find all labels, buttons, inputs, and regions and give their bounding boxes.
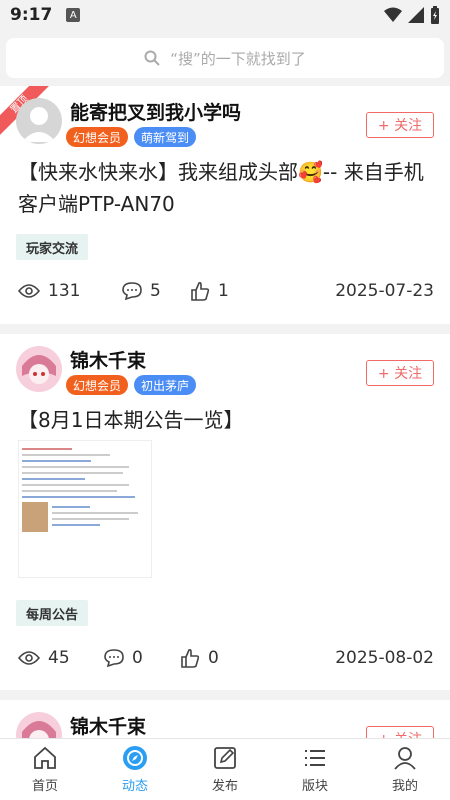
category-tag[interactable]: 玩家交流 bbox=[16, 234, 89, 260]
search-placeholder: “搜”的一下就找到了 bbox=[170, 49, 306, 68]
comments-stat[interactable]: 5 bbox=[122, 281, 190, 301]
user-name[interactable]: 锦木千束 bbox=[70, 346, 146, 373]
search-icon bbox=[144, 50, 160, 66]
follow-button[interactable]: + 关注 bbox=[366, 112, 434, 138]
post-date: 2025-07-23 bbox=[335, 281, 434, 301]
thumbs-up-icon bbox=[181, 648, 200, 668]
likes-count: 1 bbox=[218, 281, 229, 301]
views-count: 45 bbox=[48, 648, 70, 668]
user-tags: 幻想会员 初出茅庐 bbox=[66, 375, 197, 395]
post-card[interactable]: 锦木千束 幻想会员 初出茅庐 + 关注 【8月1日本期公告一览】 每周公告 45… bbox=[0, 334, 450, 690]
post-card[interactable]: 锦木千束 + 关注 bbox=[0, 700, 450, 738]
notification-a-icon: A bbox=[66, 8, 81, 22]
member-tag: 幻想会员 bbox=[66, 127, 129, 147]
signal-icon bbox=[408, 7, 424, 23]
likes-stat[interactable]: 0 bbox=[180, 648, 219, 668]
battery-icon bbox=[431, 6, 439, 24]
post-stats: 131 5 1 2025-07-23 bbox=[18, 279, 434, 303]
status-icons bbox=[384, 6, 440, 24]
avatar[interactable] bbox=[16, 346, 62, 392]
member-tag: 幻想会员 bbox=[66, 375, 129, 395]
level-tag: 萌新驾到 bbox=[134, 127, 197, 147]
level-tag: 初出茅庐 bbox=[134, 375, 197, 395]
thumbs-up-icon bbox=[191, 281, 210, 301]
nav-home-label: 首页 bbox=[31, 779, 58, 794]
user-tags: 幻想会员 萌新驾到 bbox=[66, 127, 197, 147]
post-image[interactable] bbox=[18, 440, 152, 578]
user-name[interactable]: 能寄把叉到我小学吗 bbox=[70, 98, 241, 125]
comment-icon bbox=[104, 649, 124, 667]
nav-publish[interactable]: 发布 bbox=[180, 739, 270, 800]
nav-home[interactable]: 首页 bbox=[0, 739, 90, 800]
nav-profile[interactable]: 我的 bbox=[360, 739, 450, 800]
wifi-icon bbox=[384, 7, 402, 22]
nav-boards-label: 版块 bbox=[301, 779, 328, 794]
edit-icon bbox=[214, 747, 236, 769]
post-title[interactable]: 【8月1日本期公告一览】 bbox=[18, 404, 434, 436]
comments-stat[interactable]: 0 bbox=[104, 648, 180, 668]
post-feed[interactable]: 置顶 能寄把叉到我小学吗 幻想会员 萌新驾到 + 关注 【快来水快来水】我来组成… bbox=[0, 86, 450, 738]
nav-boards[interactable]: 版块 bbox=[270, 739, 360, 800]
post-stats: 45 0 0 2025-08-02 bbox=[18, 646, 434, 670]
search-bar[interactable]: “搜”的一下就找到了 bbox=[6, 38, 444, 78]
nav-publish-label: 发布 bbox=[211, 779, 238, 794]
post-date: 2025-08-02 bbox=[335, 648, 434, 668]
follow-button[interactable]: + 关注 bbox=[366, 360, 434, 386]
views-stat: 45 bbox=[18, 648, 104, 668]
eye-icon bbox=[18, 651, 40, 665]
comments-count: 0 bbox=[132, 648, 143, 668]
category-tag[interactable]: 每周公告 bbox=[16, 600, 89, 626]
views-count: 131 bbox=[48, 281, 81, 301]
avatar[interactable] bbox=[16, 98, 62, 144]
nav-feed[interactable]: 动态 bbox=[90, 739, 180, 800]
user-icon bbox=[394, 747, 416, 770]
status-time: 9:17 bbox=[10, 5, 53, 25]
likes-stat[interactable]: 1 bbox=[190, 281, 229, 301]
follow-button[interactable]: + 关注 bbox=[366, 726, 434, 738]
nav-profile-label: 我的 bbox=[391, 779, 418, 794]
status-bar: 9:17 A bbox=[0, 0, 450, 30]
bottom-nav: 首页 动态 发布 版块 我的 bbox=[0, 738, 450, 800]
avatar[interactable] bbox=[16, 712, 62, 738]
comment-icon bbox=[122, 282, 142, 300]
user-name[interactable]: 锦木千束 bbox=[70, 712, 146, 738]
post-title[interactable]: 【快来水快来水】我来组成头部🥰-- 来自手机客户端PTP-AN70 bbox=[18, 156, 434, 220]
home-icon bbox=[34, 746, 56, 769]
comments-count: 5 bbox=[150, 281, 161, 301]
views-stat: 131 bbox=[18, 281, 122, 301]
list-icon bbox=[305, 750, 325, 766]
compass-icon bbox=[123, 746, 147, 770]
likes-count: 0 bbox=[208, 648, 219, 668]
nav-feed-label: 动态 bbox=[121, 779, 148, 794]
post-card[interactable]: 置顶 能寄把叉到我小学吗 幻想会员 萌新驾到 + 关注 【快来水快来水】我来组成… bbox=[0, 86, 450, 324]
eye-icon bbox=[18, 284, 40, 298]
